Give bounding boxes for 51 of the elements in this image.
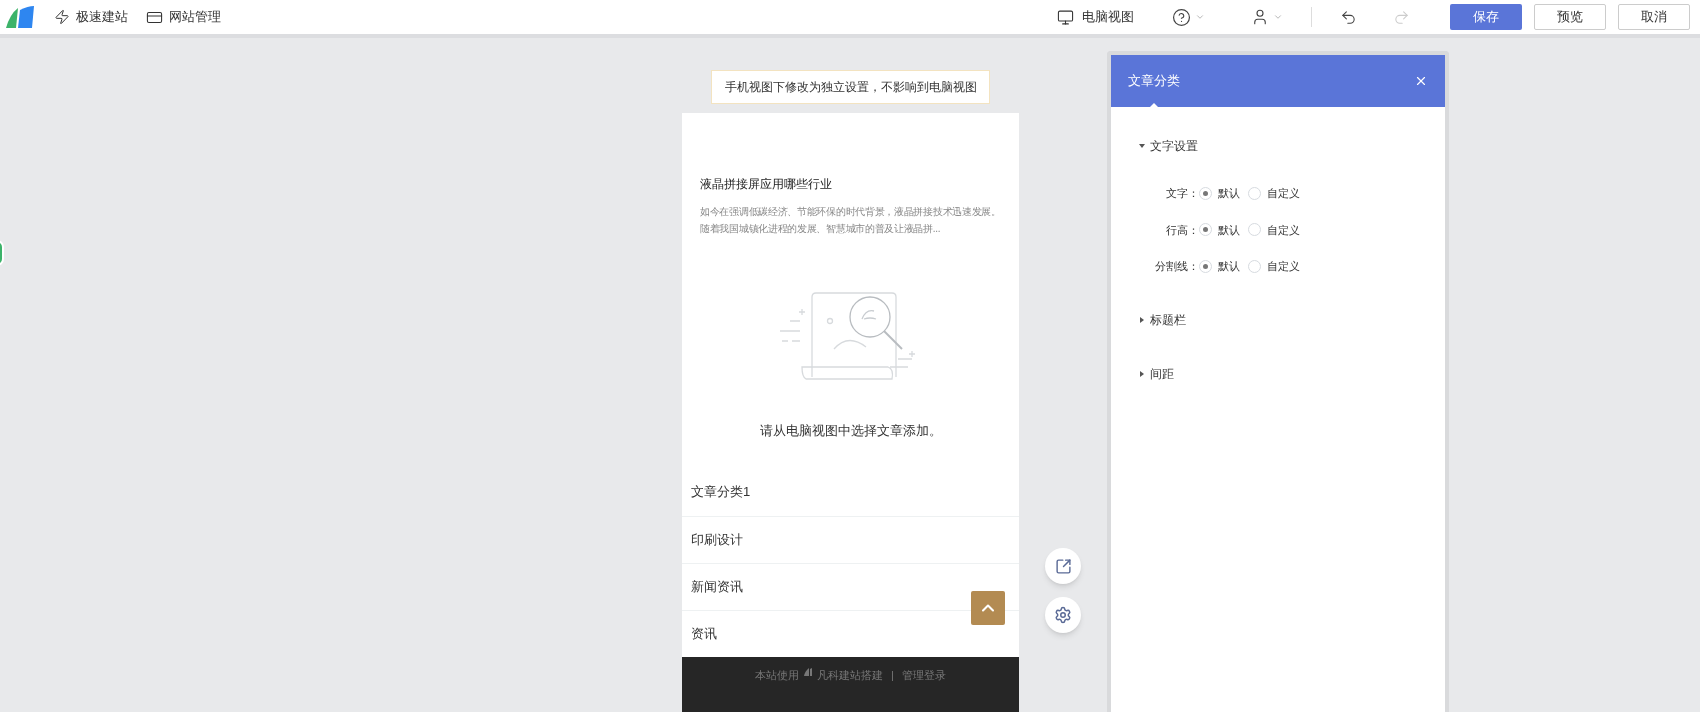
toolbar-link[interactable]: 网站管理	[146, 7, 221, 27]
redo-icon	[1393, 8, 1410, 26]
toolbar-button[interactable]: 预览	[1534, 4, 1606, 30]
monitor-icon	[1057, 8, 1074, 26]
radio-option[interactable]: 默认	[1199, 258, 1240, 275]
logo-icon	[4, 4, 36, 30]
notice-banner: 手机视图下修改为独立设置，不影响到电脑视图	[711, 70, 990, 104]
footer-separator: |	[891, 667, 894, 683]
toolbar-link[interactable]: 极速建站	[54, 7, 128, 27]
radio-option[interactable]: 自定义	[1248, 185, 1300, 202]
radio-option[interactable]: 自定义	[1248, 258, 1300, 275]
caret-down-icon	[1139, 143, 1145, 149]
toolbar-button[interactable]: 取消	[1618, 4, 1690, 30]
field-label: 行高：	[1165, 222, 1199, 238]
close-button[interactable]	[1414, 74, 1428, 88]
caret-icon	[1273, 12, 1283, 22]
article-title[interactable]: 液晶拼接屏应用哪些行业	[700, 175, 1001, 193]
settings-button[interactable]	[1045, 597, 1081, 633]
help-button[interactable]	[1172, 7, 1205, 27]
section-header[interactable]: 间距	[1139, 364, 1174, 383]
bolt-icon	[54, 9, 70, 25]
desktop-view-button[interactable]: 电脑视图	[1057, 7, 1134, 27]
article-summary: 如今在强调低碳经济、节能环保的时代背景，液晶拼接技术迅速发展。随着我国城镇化进程的发展、智慧城市的普及让液晶拼...	[700, 205, 1001, 236]
close-icon	[1414, 74, 1428, 88]
brand-icon	[803, 666, 814, 677]
caret-right-icon	[1139, 316, 1145, 323]
admin-login-link[interactable]: 管理登录	[901, 666, 946, 683]
field-label: 文字：	[1165, 186, 1199, 201]
account-button[interactable]	[1251, 8, 1283, 26]
empty-message: 请从电脑视图中选择文章添加。	[758, 422, 943, 440]
undo-icon	[1340, 8, 1357, 26]
settings-icon	[1054, 606, 1072, 624]
save-button[interactable]: 保存	[1450, 4, 1522, 30]
section-header[interactable]: 文字设置	[1139, 137, 1198, 155]
radio-option[interactable]: 默认	[1199, 185, 1240, 202]
field-label: 分割线：	[1154, 259, 1199, 274]
panel-title: 文章分类	[1128, 72, 1180, 91]
radio-option[interactable]: 默认	[1199, 221, 1240, 238]
category-item[interactable]: 文章分类1	[682, 468, 1019, 516]
share-button[interactable]	[1045, 548, 1081, 584]
section-header[interactable]: 标题栏	[1139, 310, 1186, 329]
share-icon	[1054, 557, 1072, 575]
caret-right-icon	[1139, 370, 1145, 377]
back-to-top-button[interactable]	[971, 590, 1005, 625]
radio-option[interactable]: 自定义	[1248, 221, 1300, 238]
user-icon	[1251, 8, 1269, 26]
undo-button[interactable]	[1340, 8, 1357, 26]
category-item[interactable]: 印刷设计	[682, 515, 1019, 563]
help-icon	[1172, 7, 1191, 27]
caret-icon	[1195, 12, 1205, 22]
footer-text: 本站使用	[755, 667, 800, 683]
